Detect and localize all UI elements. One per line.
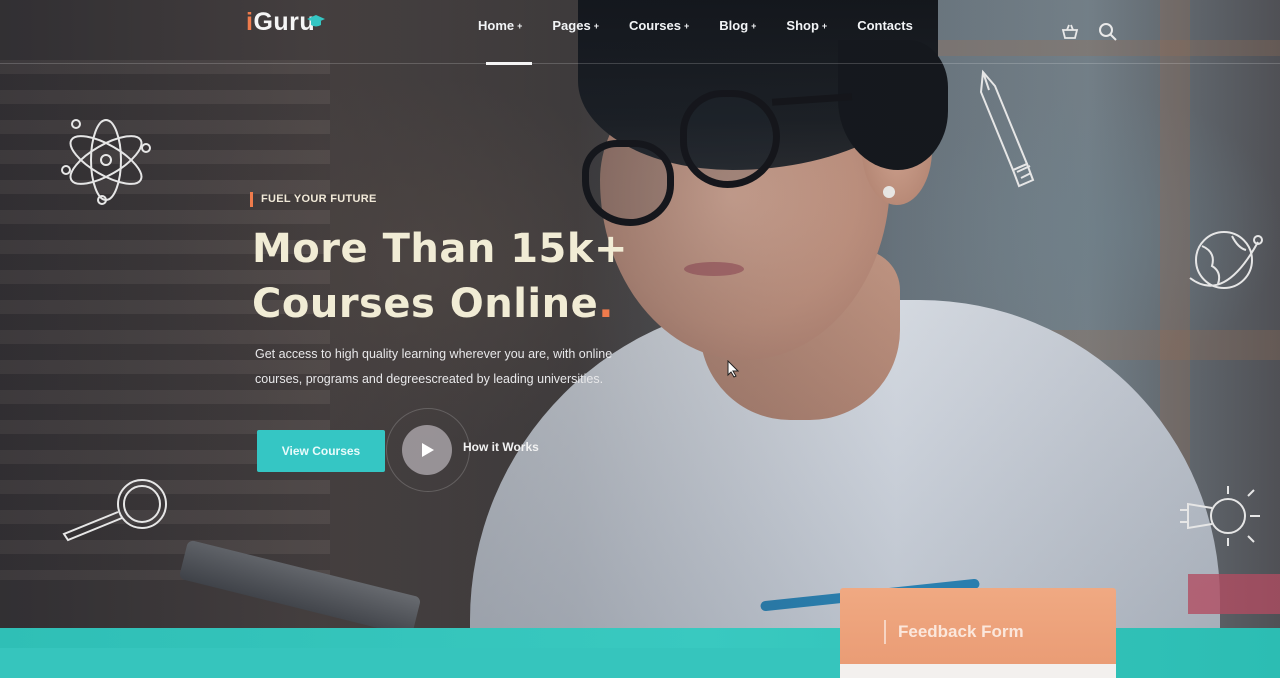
hero-title-dot: . <box>598 281 614 327</box>
hero-overlay <box>0 0 1280 678</box>
nav-item-label: Home <box>478 18 515 33</box>
graduation-cap-icon <box>306 6 326 27</box>
active-nav-indicator <box>486 62 532 65</box>
main-nav: Home + Pages + Courses + Blog + Shop + Contac… <box>478 18 943 33</box>
view-courses-button[interactable]: View Courses <box>257 430 385 472</box>
play-icon <box>422 443 434 457</box>
nav-item-pages[interactable]: Pages + <box>552 18 599 33</box>
logo[interactable]: iGuru <box>246 8 325 37</box>
basket-icon[interactable] <box>1060 22 1080 42</box>
feedback-form-body <box>840 664 1116 678</box>
nav-item-shop[interactable]: Shop + <box>786 18 827 33</box>
magnifier-icon <box>58 476 174 546</box>
lightbulb-icon <box>1176 482 1262 552</box>
pencil-icon <box>975 68 1039 188</box>
nav-item-blog[interactable]: Blog + <box>719 18 756 33</box>
chevron-down-icon: + <box>517 20 523 31</box>
site-header: iGuru Home + Pages + Courses + Blog + Shop + … <box>0 0 1280 65</box>
chevron-down-icon: + <box>684 20 690 31</box>
nav-item-label: Shop <box>786 18 819 33</box>
hero-eyebrow: FUEL YOUR FUTURE <box>250 192 377 207</box>
bottom-band <box>0 648 840 678</box>
globe-icon <box>1182 222 1272 298</box>
nav-item-label: Pages <box>552 18 591 33</box>
hero-title-line: Courses Online <box>252 281 599 327</box>
nav-item-contacts[interactable]: Contacts <box>857 18 913 33</box>
nav-item-courses[interactable]: Courses + <box>629 18 689 33</box>
search-icon[interactable] <box>1098 22 1118 42</box>
chevron-down-icon: + <box>821 20 828 31</box>
hero-subtitle: Get access to high quality learning wher… <box>255 342 695 392</box>
nav-item-home[interactable]: Home + <box>478 18 522 33</box>
atom-icon <box>58 112 154 208</box>
play-video-button[interactable] <box>402 425 452 475</box>
nav-item-label: Contacts <box>857 18 913 33</box>
chevron-down-icon: + <box>593 20 599 31</box>
hero-title: More Than 15k+ Courses Online. <box>252 222 672 332</box>
nav-item-label: Blog <box>719 18 749 33</box>
mouse-cursor-icon <box>727 359 740 378</box>
hero-subtitle-line: courses, programs and degreescreated by … <box>255 372 604 386</box>
how-it-works-link[interactable]: How it Works <box>463 440 539 454</box>
feedback-form-title[interactable]: Feedback Form <box>884 620 1024 644</box>
hero-subtitle-line: Get access to high quality learning wher… <box>255 347 613 361</box>
chevron-down-icon: + <box>751 20 757 31</box>
hero-title-line: More Than 15k+ <box>252 226 629 272</box>
nav-item-label: Courses <box>628 18 681 33</box>
